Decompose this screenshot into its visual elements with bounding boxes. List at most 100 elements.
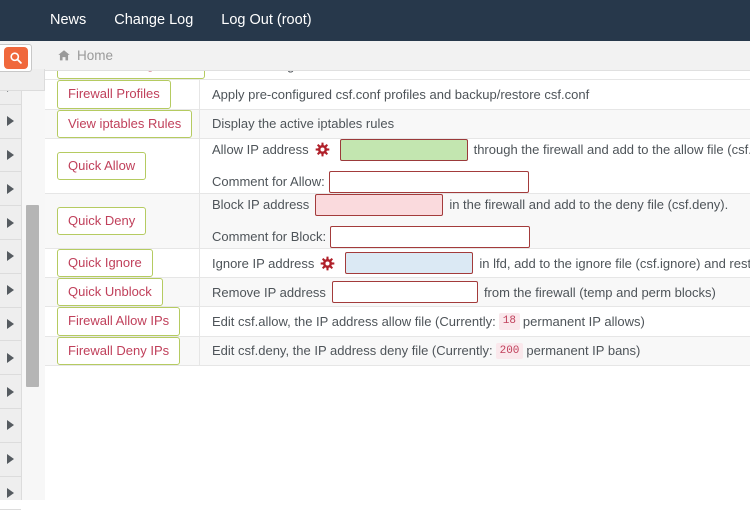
sidebar-menu-item-8[interactable]: [0, 341, 21, 376]
left-sidebar: [0, 69, 45, 510]
description-cell: Apply pre-configured csf.conf profiles a…: [200, 80, 750, 108]
top-navbar: News Change Log Log Out (root): [0, 0, 750, 41]
description-cell: Ignore IP address in lfd, add to the igno…: [200, 249, 750, 277]
quick-allow-label-suffix: through the firewall and add to the allo…: [473, 142, 750, 158]
description-cell: Display the active iptables rules: [200, 110, 750, 138]
action-button-cell: Quick Ignore: [45, 248, 200, 278]
quick-unblock-ip-input[interactable]: [331, 281, 478, 304]
caret-right-icon: [7, 487, 14, 498]
action-button-cell: Firewall Allow IPs: [45, 307, 200, 336]
caret-right-icon: [7, 318, 14, 329]
quick-deny-label-prefix: Block IP address: [212, 197, 310, 213]
quick-unblock-button[interactable]: Quick Unblock: [57, 278, 163, 307]
sidebar-menu-item-5[interactable]: [0, 240, 21, 274]
gear-icon[interactable]: [320, 256, 335, 271]
quick-ignore-label-suffix: in lfd, add to the ignore file (csf.igno…: [479, 255, 750, 271]
description-cell: Block IP address in the firewall and add …: [200, 193, 750, 248]
quick-allow-comment-input[interactable]: [328, 170, 529, 193]
sidebar-menu-item-4[interactable]: [0, 206, 21, 240]
magnifier-icon: [9, 52, 22, 64]
firewall-allow-ips-count-badge: 18: [498, 313, 520, 330]
firewall-deny-ips-button[interactable]: Firewall Deny IPs: [57, 336, 181, 366]
caret-right-icon: [7, 116, 14, 127]
description-cell: Remove IP address from the firewall (temp…: [200, 278, 750, 306]
description-cell: Edit the configuration file for the csf …: [200, 71, 750, 79]
quick-ignore-ip-input[interactable]: [345, 252, 474, 275]
firewall-deny-ips-desc-prefix: Edit csf.deny, the IP address deny file …: [212, 343, 493, 359]
sidebar-menu-column: [0, 71, 22, 510]
scrollbar-thumb[interactable]: [26, 205, 39, 387]
table-row: Quick Allow Allow IP address through the f…: [45, 138, 750, 194]
search-icon[interactable]: [3, 47, 28, 69]
sidebar-menu-item-9[interactable]: [0, 375, 21, 409]
quick-deny-ip-input[interactable]: [315, 193, 444, 216]
breadcrumb-bar: Home: [0, 41, 750, 71]
quick-deny-label-suffix: in the firewall and add to the deny file…: [449, 197, 729, 213]
caret-right-icon: [7, 183, 14, 194]
breadcrumb-label[interactable]: Home: [77, 48, 113, 63]
quick-allow-comment-line: Comment for Allow:: [212, 170, 750, 193]
firewall-allow-ips-desc-suffix: permanent IP allows): [522, 314, 645, 330]
quick-deny-comment-label: Comment for Block:: [212, 229, 327, 245]
firewall-configuration-description: Edit the configuration file for the csf …: [212, 71, 746, 73]
table-row: Quick Unblock Remove IP address from the f…: [45, 278, 750, 308]
sidebar-menu-item-10[interactable]: [0, 409, 21, 443]
sidebar-menu-item-12[interactable]: [0, 477, 21, 510]
firewall-allow-ips-desc-prefix: Edit csf.allow, the IP address allow fil…: [212, 314, 496, 330]
caret-right-icon: [7, 149, 14, 160]
quick-allow-ip-input[interactable]: [339, 138, 468, 161]
table-row: Quick Deny Block IP address in the firewal…: [45, 193, 750, 249]
firewall-allow-ips-button[interactable]: Firewall Allow IPs: [57, 307, 181, 336]
quick-allow-button[interactable]: Quick Allow: [57, 151, 147, 181]
view-iptables-rules-button[interactable]: View iptables Rules: [57, 109, 193, 138]
sidebar-menu-item-3[interactable]: [0, 172, 21, 207]
sidebar-menu-item-2[interactable]: [0, 139, 21, 173]
table-row: View iptables Rules Display the active ip…: [45, 109, 750, 139]
caret-right-icon: [7, 420, 14, 431]
sidebar-menu-item-1[interactable]: [0, 105, 21, 139]
nav-item-news[interactable]: News: [36, 0, 100, 41]
firewall-options-table: Firewall Configuration Edit the configura…: [45, 71, 750, 500]
sidebar-menu-item-6[interactable]: [0, 274, 21, 308]
home-icon: [58, 50, 70, 61]
quick-deny-button[interactable]: Quick Deny: [57, 206, 147, 236]
nav-item-log-out[interactable]: Log Out (root): [207, 0, 325, 41]
firewall-configuration-button[interactable]: Firewall Configuration: [57, 71, 205, 80]
table-row: Firewall Allow IPs Edit csf.allow, the IP…: [45, 307, 750, 337]
sidebar-scrollbar[interactable]: [22, 71, 45, 500]
quick-allow-input-line: Allow IP address through the firewall and…: [212, 138, 750, 161]
quick-ignore-label-prefix: Ignore IP address: [212, 255, 315, 271]
search-button[interactable]: [0, 44, 32, 72]
quick-unblock-label-prefix: Remove IP address: [212, 284, 326, 300]
quick-ignore-button[interactable]: Quick Ignore: [57, 248, 153, 278]
caret-right-icon: [7, 386, 14, 397]
caret-right-icon: [7, 454, 14, 465]
quick-deny-comment-input[interactable]: [330, 225, 531, 248]
quick-allow-comment-label: Comment for Allow:: [212, 174, 325, 190]
sidebar-menu-item-11[interactable]: [0, 443, 21, 477]
action-button-cell: Firewall Deny IPs: [45, 336, 200, 366]
quick-unblock-label-suffix: from the firewall (temp and perm blocks): [483, 284, 716, 300]
caret-right-icon: [7, 251, 14, 262]
action-button-cell: Quick Unblock: [45, 278, 200, 307]
quick-unblock-input-line: Remove IP address from the firewall (temp…: [212, 281, 746, 304]
firewall-deny-ips-count-badge: 200: [495, 342, 524, 360]
action-button-cell: Quick Allow: [45, 138, 200, 193]
firewall-profiles-button[interactable]: Firewall Profiles: [57, 80, 171, 109]
quick-deny-comment-line: Comment for Block:: [212, 225, 746, 248]
firewall-profiles-description: Apply pre-configured csf.conf profiles a…: [212, 86, 590, 102]
sidebar-menu-item-7[interactable]: [0, 308, 21, 342]
view-iptables-rules-description: Display the active iptables rules: [212, 116, 395, 132]
nav-item-change-log[interactable]: Change Log: [100, 0, 207, 41]
caret-right-icon: [7, 217, 14, 228]
action-button-cell: Firewall Configuration: [45, 71, 205, 80]
gear-icon[interactable]: [315, 142, 330, 157]
action-button-cell: Firewall Profiles: [45, 80, 200, 109]
quick-ignore-input-line: Ignore IP address in lfd, add to the igno…: [212, 252, 750, 275]
table-row: Firewall Profiles Apply pre-configured cs…: [45, 80, 750, 110]
caret-right-icon: [7, 285, 14, 296]
firewall-allow-ips-description: Edit csf.allow, the IP address allow fil…: [212, 313, 746, 330]
description-cell: Edit csf.allow, the IP address allow fil…: [200, 307, 750, 335]
breadcrumb: Home: [57, 48, 113, 63]
description-cell: Allow IP address through the firewall and…: [200, 138, 750, 193]
